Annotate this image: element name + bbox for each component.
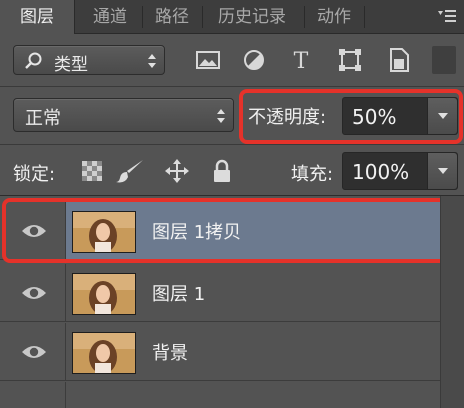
panel-menu-icon[interactable] bbox=[436, 6, 458, 26]
tab-layers[interactable]: 图层 bbox=[0, 0, 75, 34]
visibility-toggle[interactable] bbox=[0, 323, 66, 380]
filter-kind-select[interactable]: 类型 bbox=[13, 45, 165, 75]
filter-toggle-switch[interactable] bbox=[432, 46, 456, 74]
chevron-down-icon bbox=[438, 168, 448, 174]
eye-icon bbox=[22, 287, 46, 299]
filter-kind-label: 类型 bbox=[54, 55, 88, 75]
tab-paths[interactable]: 路径 bbox=[144, 0, 200, 34]
layer-name[interactable]: 背景 bbox=[152, 339, 188, 365]
divider bbox=[0, 195, 464, 196]
updown-arrows-icon bbox=[148, 54, 156, 68]
opacity-highlight-box bbox=[239, 89, 463, 144]
layer-row[interactable]: 背景 bbox=[0, 323, 440, 381]
layer-thumbnail bbox=[72, 273, 136, 315]
smart-object-filter-icon[interactable] bbox=[385, 46, 413, 74]
lock-label: 锁定: bbox=[13, 164, 56, 185]
empty-cell bbox=[0, 382, 66, 408]
lock-image-pixels-icon[interactable] bbox=[115, 158, 145, 184]
tab-divider bbox=[364, 6, 365, 28]
divider bbox=[0, 144, 464, 145]
fill-label: 填充: bbox=[291, 164, 334, 185]
lock-position-icon[interactable] bbox=[164, 158, 190, 184]
updown-arrows-icon bbox=[217, 109, 225, 123]
selected-layer-highlight-box bbox=[2, 198, 462, 263]
tab-history[interactable]: 历史记录 bbox=[204, 0, 300, 34]
search-icon bbox=[25, 52, 42, 69]
portrait-thumbnail-image bbox=[73, 274, 135, 314]
fill-field[interactable]: 100% bbox=[342, 152, 458, 190]
blend-mode-label: 正常 bbox=[25, 108, 61, 129]
tab-divider bbox=[142, 6, 143, 28]
fill-value[interactable]: 100% bbox=[352, 160, 409, 184]
type-filter-icon[interactable]: T bbox=[287, 46, 315, 74]
layers-scrollbar[interactable] bbox=[440, 196, 464, 408]
tab-divider bbox=[202, 6, 203, 28]
image-filter-icon[interactable] bbox=[194, 46, 222, 74]
tab-channels[interactable]: 通道 bbox=[80, 0, 140, 34]
layer-thumbnail bbox=[72, 332, 136, 374]
adjustment-filter-icon[interactable] bbox=[240, 46, 268, 74]
eye-icon bbox=[22, 346, 46, 358]
layer-name[interactable]: 图层 1 bbox=[152, 280, 205, 306]
shape-filter-icon[interactable] bbox=[336, 46, 364, 74]
svg-text:T: T bbox=[294, 49, 309, 74]
lock-all-icon[interactable] bbox=[209, 158, 235, 184]
visibility-toggle[interactable] bbox=[0, 264, 66, 321]
layer-row[interactable]: 图层 1 bbox=[0, 264, 440, 322]
empty-layer-area bbox=[0, 382, 440, 408]
lock-transparent-pixels-icon[interactable] bbox=[79, 158, 105, 184]
fill-dropdown-button[interactable] bbox=[427, 153, 457, 189]
panel-tab-bar: 图层 通道 路径 历史记录 动作 bbox=[0, 0, 464, 34]
tab-actions[interactable]: 动作 bbox=[306, 0, 362, 34]
divider bbox=[0, 86, 464, 87]
tab-divider bbox=[304, 6, 305, 28]
blend-mode-select[interactable]: 正常 bbox=[13, 98, 234, 132]
portrait-thumbnail-image bbox=[73, 333, 135, 373]
